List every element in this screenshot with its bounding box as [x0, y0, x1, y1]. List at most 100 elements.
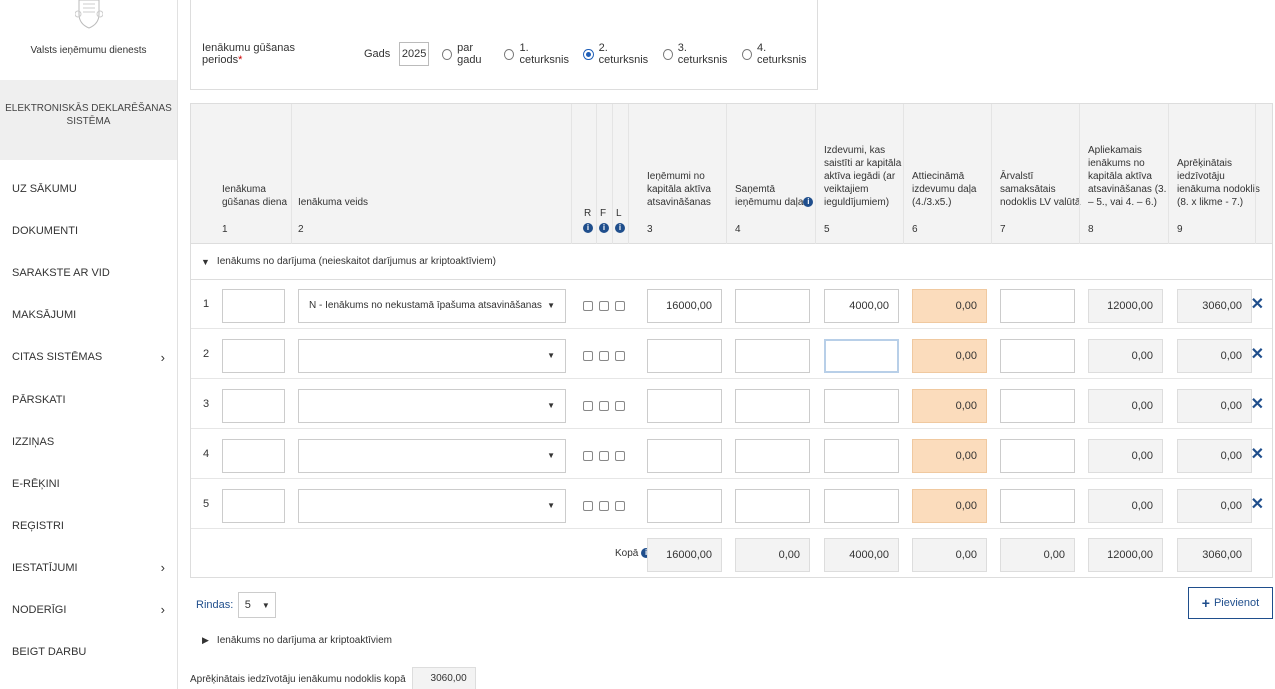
proceeds-input[interactable] — [647, 339, 722, 373]
proceeds-input[interactable] — [647, 439, 722, 473]
flag-checkbox-l[interactable] — [615, 501, 625, 511]
nav-item[interactable]: MAKSĀJUMI — [0, 294, 177, 336]
expenses-input[interactable] — [824, 339, 899, 373]
column-number: 5 — [824, 224, 830, 235]
nav-item[interactable]: NODERĪGI › — [0, 589, 177, 631]
received-share-input[interactable] — [735, 389, 810, 423]
received-share-input[interactable] — [735, 489, 810, 523]
flag-checkbox-l[interactable] — [615, 301, 625, 311]
period-option[interactable]: par gadu — [438, 42, 496, 66]
flag-checkbox-f[interactable] — [599, 351, 609, 361]
info-icon[interactable]: i — [615, 223, 625, 233]
proceeds-input[interactable]: 16000,00 — [647, 289, 722, 323]
date-input[interactable] — [222, 489, 285, 523]
column-header-label: Apliekamais ienākums no kapitāla aktīva … — [1088, 145, 1167, 208]
date-input[interactable] — [222, 339, 285, 373]
nav-item[interactable]: CITAS SISTĒMAS › — [0, 336, 177, 378]
income-type-select[interactable]: ▼ — [298, 489, 566, 523]
flag-checkbox-f[interactable] — [599, 501, 609, 511]
delete-row-icon[interactable]: ✕ — [1251, 344, 1264, 364]
nav-item[interactable]: BEIGT DARBU — [0, 631, 177, 673]
nav-item[interactable]: IESTATĪJUMI › — [0, 547, 177, 589]
required-mark: * — [238, 54, 243, 66]
column-header: Aprēķinātais iedzīvotāju ienākuma nodokl… — [1177, 157, 1263, 209]
total-field: 4000,00 — [824, 538, 899, 572]
foreign-tax-input[interactable] — [1000, 489, 1075, 523]
flag-checkbox-f[interactable] — [599, 401, 609, 411]
period-option[interactable]: 4. ceturksnis — [738, 42, 813, 66]
income-type-select[interactable]: ▼ — [298, 439, 566, 473]
nav-item[interactable]: SARAKSTE AR VID — [0, 252, 177, 294]
flag-checkbox-l[interactable] — [615, 401, 625, 411]
attributable-expenses-field: 0,00 — [912, 439, 987, 473]
expenses-input[interactable]: 4000,00 — [824, 289, 899, 323]
proceeds-input[interactable] — [647, 389, 722, 423]
rows-select[interactable]: 5 ▼ — [238, 592, 277, 618]
received-share-input[interactable] — [735, 439, 810, 473]
expenses-input[interactable] — [824, 389, 899, 423]
proceeds-input[interactable] — [647, 489, 722, 523]
nav-item[interactable]: E-RĒĶINI — [0, 463, 177, 505]
delete-row-icon[interactable]: ✕ — [1251, 394, 1264, 414]
expenses-input[interactable] — [824, 439, 899, 473]
info-icon[interactable]: i — [583, 223, 593, 233]
received-share-input[interactable] — [735, 339, 810, 373]
period-option[interactable]: 2. ceturksnis — [579, 42, 654, 66]
add-row-button[interactable]: + Pievienot — [1188, 587, 1273, 619]
flag-checkbox-l[interactable] — [615, 451, 625, 461]
main-nav: UZ SĀKUMU DOKUMENTI SARAKSTE AR VID MAKSĀJU… — [0, 168, 177, 673]
period-option[interactable]: 3. ceturksnis — [659, 42, 734, 66]
expenses-input[interactable] — [824, 489, 899, 523]
income-type-select[interactable]: ▼ — [298, 389, 566, 423]
period-label: Ienākumu gūšanas periods* — [202, 42, 295, 66]
income-type-select[interactable]: N - Ienākums no nekustamā īpašuma atsavi… — [298, 289, 566, 323]
flag-checkbox-f[interactable] — [599, 451, 609, 461]
received-share-input[interactable] — [735, 289, 810, 323]
period-option[interactable]: 1. ceturksnis — [500, 42, 575, 66]
nav-item[interactable]: DOKUMENTI — [0, 210, 177, 252]
radio-button[interactable] — [441, 48, 453, 60]
delete-row-icon[interactable]: ✕ — [1251, 444, 1264, 464]
radio-button[interactable] — [662, 48, 673, 60]
group-toggle-crypto[interactable]: ▶ Ienākums no darījuma ar kriptoaktīviem — [202, 635, 392, 646]
foreign-tax-input[interactable] — [1000, 339, 1075, 373]
calculated-tax-field: 0,00 — [1177, 339, 1252, 373]
period-option-label: 3. ceturksnis — [677, 42, 728, 66]
year-input[interactable]: 2025 — [399, 42, 429, 66]
info-icon[interactable]: i — [803, 197, 814, 208]
radio-button[interactable] — [504, 48, 515, 60]
total-tax-value: 3060,00 — [411, 667, 476, 689]
nav-item[interactable]: REĢISTRI — [0, 505, 177, 547]
nav-item[interactable]: PĀRSKATI — [0, 378, 177, 420]
flag-checkbox-f[interactable] — [599, 301, 609, 311]
foreign-tax-input[interactable] — [1000, 389, 1075, 423]
flag-checkbox-l[interactable] — [615, 351, 625, 361]
nav-item[interactable]: IZZIŅAS — [0, 421, 177, 463]
radio-button[interactable] — [583, 48, 594, 60]
foreign-tax-input[interactable] — [1000, 439, 1075, 473]
flag-checkbox-r[interactable] — [583, 501, 593, 511]
eds-title[interactable]: ELEKTRONISKĀS DEKLARĒŠANAS SISTĒMA — [0, 80, 177, 160]
radio-button[interactable] — [741, 48, 752, 60]
caret-down-icon: ▼ — [547, 301, 555, 310]
income-type-select[interactable]: ▼ — [298, 339, 566, 373]
table-row: 1 N - Ienākums no nekustamā īpašuma atsav… — [191, 281, 1272, 329]
date-input[interactable] — [222, 439, 285, 473]
group-toggle-noncrypto[interactable]: ▼ Ienākums no darījuma (neieskaitot darī… — [191, 244, 1272, 280]
date-input[interactable] — [222, 389, 285, 423]
info-icon[interactable]: i — [599, 223, 609, 233]
date-input[interactable] — [222, 289, 285, 323]
period-option-label: 2. ceturksnis — [598, 42, 649, 66]
delete-row-icon[interactable]: ✕ — [1251, 294, 1264, 314]
flag-checkbox-r[interactable] — [583, 301, 593, 311]
delete-row-icon[interactable]: ✕ — [1251, 494, 1264, 514]
nav-item[interactable]: UZ SĀKUMU — [0, 168, 177, 210]
totals-label: Kopā i — [615, 548, 652, 559]
row-number: 2 — [203, 348, 210, 360]
column-header-label: Ienākuma gūšanas diena — [222, 184, 288, 208]
sidebar-divider — [177, 0, 178, 689]
flag-checkbox-r[interactable] — [583, 401, 593, 411]
foreign-tax-input[interactable] — [1000, 289, 1075, 323]
flag-checkbox-r[interactable] — [583, 451, 593, 461]
flag-checkbox-r[interactable] — [583, 351, 593, 361]
